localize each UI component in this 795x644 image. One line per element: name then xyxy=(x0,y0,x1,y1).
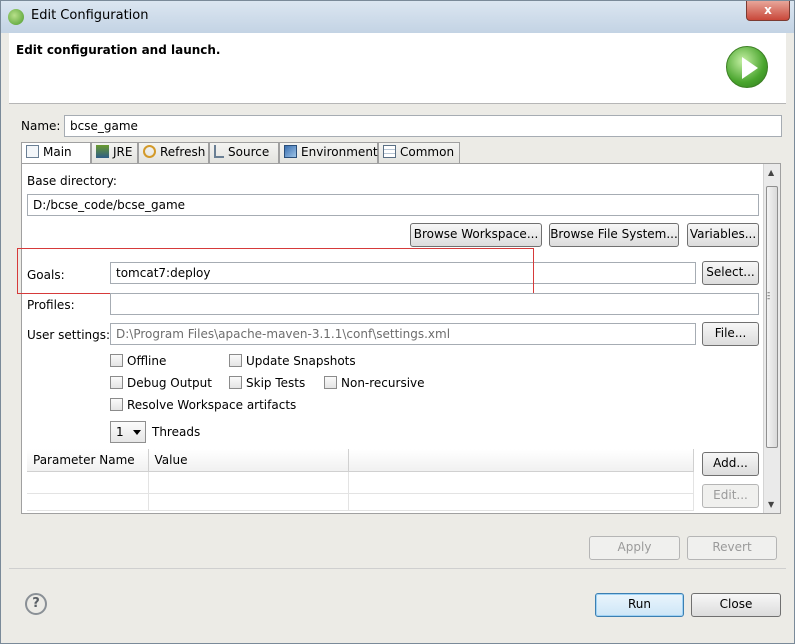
main-tab-content: Base directory: D:/bcse_code/bcse_game B… xyxy=(17,163,781,514)
tab-common-label: Common xyxy=(400,145,455,159)
table-cell xyxy=(348,471,694,494)
configuration-panel: Name: bcse_game Main JRE Refresh Source … xyxy=(9,104,786,521)
empty-column xyxy=(348,449,694,472)
tab-environment-label: Environment xyxy=(301,145,378,159)
threads-label: Threads xyxy=(152,425,201,439)
tab-source-label: Source xyxy=(228,145,270,159)
user-settings-label: User settings: xyxy=(27,328,111,342)
name-field[interactable]: bcse_game xyxy=(64,115,782,137)
resolve-workspace-label: Resolve Workspace artifacts xyxy=(127,398,297,412)
table-header-row: Parameter Name Value xyxy=(27,449,694,472)
non-recursive-checkbox[interactable]: Non-recursive xyxy=(324,376,425,390)
skip-tests-label: Skip Tests xyxy=(246,376,306,390)
non-recursive-checkbox-box xyxy=(324,376,337,389)
tab-source[interactable]: Source xyxy=(209,142,279,164)
table-row[interactable] xyxy=(27,493,694,511)
profiles-label: Profiles: xyxy=(27,298,75,312)
file-button[interactable]: File... xyxy=(702,322,759,346)
grip-icon: --- xyxy=(767,288,771,304)
common-icon xyxy=(383,145,396,158)
threads-select[interactable]: 1 xyxy=(110,421,146,443)
update-snapshots-checkbox-box xyxy=(229,354,242,367)
threads-value: 1 xyxy=(116,425,124,439)
parameters-table[interactable]: Parameter Name Value xyxy=(27,449,694,511)
browse-file-system-button[interactable]: Browse File System... xyxy=(549,223,679,247)
chevron-down-icon xyxy=(133,430,141,435)
footer-divider xyxy=(9,568,786,569)
select-goals-button[interactable]: Select... xyxy=(702,261,759,285)
tab-main-label: Main xyxy=(43,145,72,159)
tab-main[interactable]: Main xyxy=(21,142,91,165)
scrollbar-thumb[interactable] xyxy=(766,186,778,448)
tab-environment[interactable]: Environment xyxy=(279,142,378,164)
tab-refresh[interactable]: Refresh xyxy=(138,142,209,164)
name-label: Name: xyxy=(21,119,61,133)
vertical-scrollbar[interactable]: ▲ --- ▼ xyxy=(763,164,780,513)
parameter-name-column[interactable]: Parameter Name xyxy=(27,449,149,472)
close-button[interactable]: Close xyxy=(691,593,781,617)
run-launch-icon xyxy=(726,46,768,88)
edit-configuration-dialog: Edit Configuration x Edit configuration … xyxy=(0,0,795,644)
skip-tests-checkbox-box xyxy=(229,376,242,389)
table-row[interactable] xyxy=(27,471,694,494)
jre-icon xyxy=(96,145,109,158)
debug-output-checkbox-box xyxy=(110,376,123,389)
spring-app-icon xyxy=(8,9,24,25)
debug-output-checkbox[interactable]: Debug Output xyxy=(110,376,212,390)
edit-parameter-button[interactable]: Edit... xyxy=(702,484,759,508)
tab-jre-label: JRE xyxy=(113,145,133,159)
apply-button[interactable]: Apply xyxy=(589,536,680,560)
resolve-workspace-checkbox[interactable]: Resolve Workspace artifacts xyxy=(110,398,296,412)
table-cell xyxy=(27,471,149,494)
browse-workspace-button[interactable]: Browse Workspace... xyxy=(410,223,542,247)
resolve-workspace-checkbox-box xyxy=(110,398,123,411)
tab-jre[interactable]: JRE xyxy=(91,142,138,164)
environment-icon xyxy=(284,145,297,158)
main-tab-icon xyxy=(26,145,39,158)
profiles-field[interactable] xyxy=(110,293,759,315)
offline-label: Offline xyxy=(127,354,167,368)
value-column[interactable]: Value xyxy=(148,449,349,472)
dialog-header: Edit configuration and launch. xyxy=(9,33,786,104)
offline-checkbox-box xyxy=(110,354,123,367)
header-title: Edit configuration and launch. xyxy=(16,43,221,57)
title-bar: Edit Configuration x xyxy=(1,1,794,33)
table-cell xyxy=(27,493,149,511)
table-cell xyxy=(148,493,349,511)
base-directory-field[interactable]: D:/bcse_code/bcse_game xyxy=(27,194,759,216)
help-icon[interactable]: ? xyxy=(25,593,47,615)
window-title: Edit Configuration xyxy=(31,8,149,23)
scroll-up-arrow-icon[interactable]: ▲ xyxy=(768,168,774,177)
variables-button[interactable]: Variables... xyxy=(687,223,759,247)
offline-checkbox[interactable]: Offline xyxy=(110,354,166,368)
tab-common[interactable]: Common xyxy=(378,142,460,164)
user-settings-field[interactable]: D:\Program Files\apache-maven-3.1.1\conf… xyxy=(110,323,696,345)
scroll-down-arrow-icon[interactable]: ▼ xyxy=(768,500,774,509)
table-cell xyxy=(148,471,349,494)
table-cell xyxy=(348,493,694,511)
run-button[interactable]: Run xyxy=(595,593,684,617)
add-parameter-button[interactable]: Add... xyxy=(702,452,759,476)
base-directory-label: Base directory: xyxy=(27,174,117,188)
refresh-icon xyxy=(143,145,156,158)
revert-button[interactable]: Revert xyxy=(687,536,777,560)
goals-highlight-box xyxy=(17,248,534,294)
update-snapshots-checkbox[interactable]: Update Snapshots xyxy=(229,354,356,368)
window-close-button[interactable]: x xyxy=(746,1,790,21)
non-recursive-label: Non-recursive xyxy=(341,376,425,390)
skip-tests-checkbox[interactable]: Skip Tests xyxy=(229,376,305,390)
source-icon xyxy=(214,145,224,158)
update-snapshots-label: Update Snapshots xyxy=(246,354,356,368)
tab-refresh-label: Refresh xyxy=(160,145,206,159)
debug-output-label: Debug Output xyxy=(127,376,212,390)
